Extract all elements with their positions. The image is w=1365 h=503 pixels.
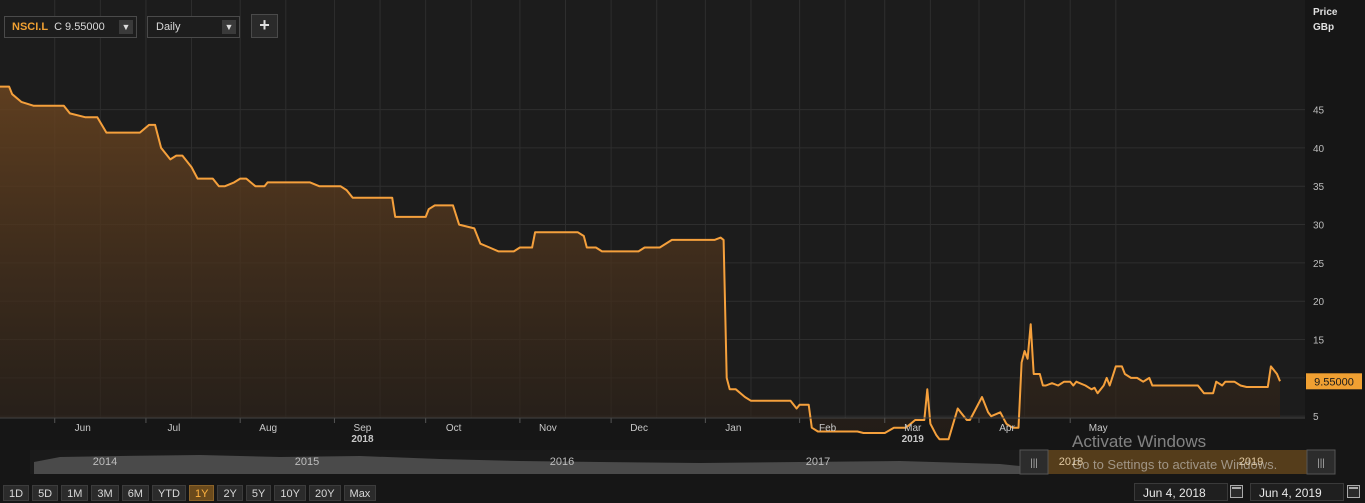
ticker-symbol: NSCI.L — [12, 21, 49, 33]
x-tick-label: Sep — [354, 423, 372, 434]
y-tick-label: 35 — [1313, 182, 1325, 193]
calendar-icon[interactable] — [1347, 485, 1360, 498]
x-tick-label: Jul — [168, 423, 181, 434]
range-button-1d[interactable]: 1D — [3, 484, 30, 501]
interval-selector[interactable]: Daily ▼ — [147, 16, 240, 38]
navigator-year-label: 2017 — [806, 456, 830, 468]
interval-value: Daily — [156, 21, 181, 33]
range-button-3m[interactable]: 3M — [91, 484, 119, 501]
add-button[interactable]: + — [251, 14, 278, 38]
close-prefix: C — [54, 21, 63, 33]
end-date-field[interactable]: Jun 4, 2019 — [1250, 483, 1344, 501]
range-button-20y[interactable]: 20Y — [308, 484, 341, 501]
x-tick-label: Oct — [446, 423, 462, 434]
y-tick-label: 5 — [1313, 412, 1319, 423]
y-tick-label: 20 — [1313, 297, 1325, 308]
range-button-5y[interactable]: 5Y — [245, 484, 272, 501]
ticker-selector[interactable]: NSCI.L C 9.55000 ▼ — [4, 16, 137, 38]
axis-title-unit: GBp — [1313, 22, 1335, 33]
calendar-icon[interactable] — [1230, 485, 1243, 498]
range-button-10y[interactable]: 10Y — [274, 484, 306, 501]
y-tick-label: 40 — [1313, 144, 1325, 155]
x-tick-label: Apr — [999, 423, 1015, 434]
x-tick-label: Jan — [725, 423, 741, 434]
range-button-6m[interactable]: 6M — [121, 484, 149, 501]
last-value-label: 9.55000 — [1314, 376, 1354, 388]
y-tick-label: 15 — [1313, 336, 1325, 347]
watermark-subtitle: Go to Settings to activate Windows. — [1072, 457, 1278, 472]
y-axis: 510152025303540459.55000 — [1306, 106, 1362, 423]
x-year-label: 2018 — [351, 434, 374, 445]
watermark-title: Activate Windows — [1072, 432, 1207, 451]
range-button-1m[interactable]: 1M — [61, 484, 89, 501]
handle-grip-left: ||| — [1030, 458, 1038, 469]
range-button-5d[interactable]: 5D — [32, 484, 59, 501]
x-tick-label: Feb — [819, 423, 837, 434]
close-value: 9.55000 — [65, 21, 105, 33]
price-chart[interactable]: Jun Jul Aug Sep2018 Oct Nov Dec Jan Feb Mar2019 Ap… — [0, 0, 1365, 503]
navigator-year-label: 2015 — [295, 456, 319, 468]
range-button-ytd[interactable]: YTD — [151, 484, 186, 501]
handle-grip-right: ||| — [1317, 458, 1325, 469]
start-date-field[interactable]: Jun 4, 2018 — [1134, 483, 1228, 501]
chevron-down-icon[interactable]: ▼ — [222, 20, 236, 34]
x-year-label: 2019 — [902, 434, 925, 445]
x-tick-label: Aug — [259, 423, 277, 434]
y-tick-label: 30 — [1313, 221, 1325, 232]
range-button-2y[interactable]: 2Y — [217, 484, 243, 501]
y-tick-label: 25 — [1313, 259, 1325, 270]
navigator-year-label: 2016 — [550, 456, 574, 468]
y-tick-label: 45 — [1313, 106, 1325, 117]
range-button-max[interactable]: Max — [343, 484, 377, 501]
x-tick-label: Jun — [75, 423, 91, 434]
axis-title-price: Price — [1313, 7, 1338, 18]
chevron-down-icon[interactable]: ▼ — [119, 20, 133, 34]
x-tick-label: Mar — [904, 423, 922, 434]
x-tick-label: Nov — [539, 423, 557, 434]
range-button-1y[interactable]: 1Y — [188, 484, 215, 501]
navigator-year-label: 2014 — [93, 456, 117, 468]
x-tick-label: Dec — [630, 423, 648, 434]
